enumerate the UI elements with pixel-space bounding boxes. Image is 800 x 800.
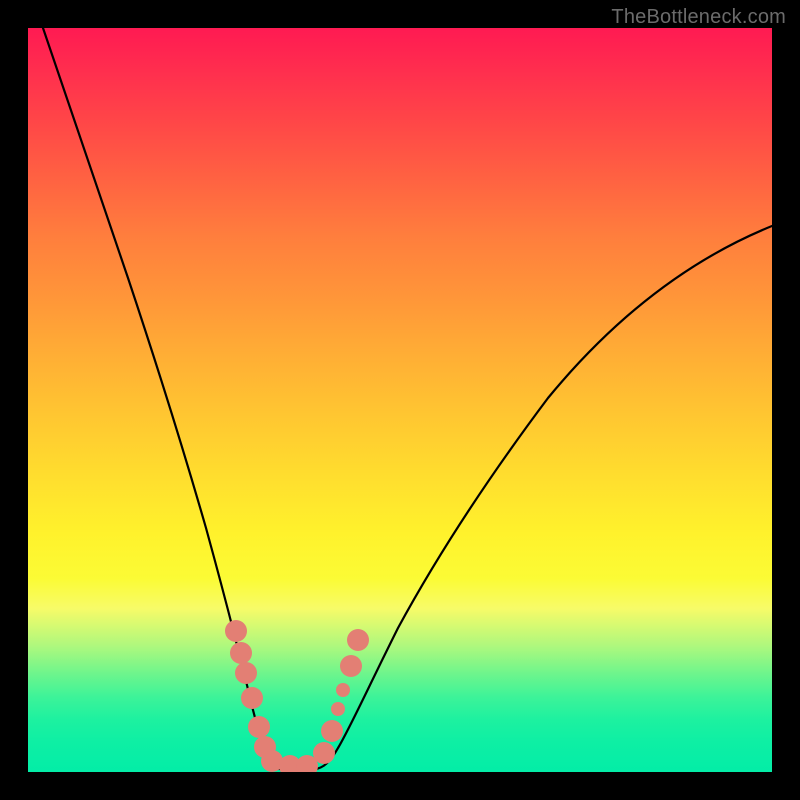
highlight-marker: [235, 662, 257, 684]
highlight-marker: [321, 720, 343, 742]
highlight-marker: [313, 742, 335, 764]
highlight-marker: [248, 716, 270, 738]
chart-frame: TheBottleneck.com: [0, 0, 800, 800]
highlight-marker: [347, 629, 369, 651]
highlight-marker: [331, 702, 345, 716]
curves-layer: [28, 28, 772, 772]
watermark-label: TheBottleneck.com: [611, 6, 786, 29]
highlight-marker: [225, 620, 247, 642]
highlight-marker: [336, 683, 350, 697]
highlight-marker: [340, 655, 362, 677]
right-curve: [308, 226, 772, 770]
highlight-marker: [230, 642, 252, 664]
plot-area: [28, 28, 772, 772]
highlight-marker: [241, 687, 263, 709]
left-curve: [43, 28, 288, 770]
